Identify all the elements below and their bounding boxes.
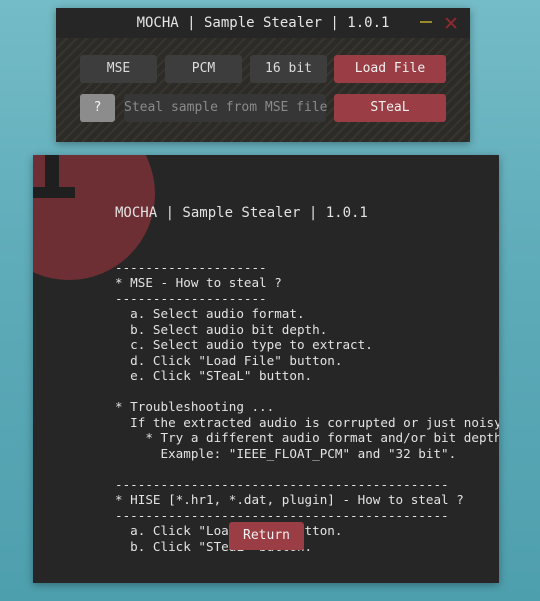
return-button[interactable]: Return — [229, 522, 304, 550]
bit-depth-button[interactable]: 16 bit — [250, 55, 327, 83]
help-content: MOCHA | Sample Stealer | 1.0.1 ---------… — [115, 175, 499, 583]
help-line: c. Select audio type to extract. — [115, 337, 373, 352]
help-panel: MOCHA | Sample Stealer | 1.0.1 ---------… — [33, 155, 499, 583]
help-line: a. Click "Load File" button. — [130, 523, 343, 538]
format-mse-button[interactable]: MSE — [80, 55, 157, 83]
help-line: -------------------- — [115, 290, 267, 306]
help-button[interactable]: ? — [80, 94, 115, 122]
steal-button[interactable]: STeaL — [334, 94, 446, 122]
help-line — [115, 384, 495, 400]
help-line: b. Click "STeaL" button. — [115, 538, 313, 554]
help-line: d. Click "Load File" button. — [115, 352, 343, 368]
help-line — [115, 461, 495, 477]
help-line: -------------------- — [115, 259, 267, 275]
help-line: * HISE [*.hr1, *.dat, plugin] - How to s… — [115, 492, 464, 507]
audio-format-button[interactable]: PCM — [165, 55, 242, 83]
minimize-icon[interactable] — [420, 21, 432, 23]
status-hint: Steal sample from MSE file — [124, 94, 328, 122]
window-title: MOCHA | Sample Stealer | 1.0.1 — [136, 15, 390, 31]
help-line: * Try a different audio format and/or bi… — [115, 430, 499, 445]
main-window: MOCHA | Sample Stealer | 1.0.1 MSE PCM 1… — [56, 8, 470, 142]
info-glyph — [33, 155, 75, 198]
help-line: b. Select audio bit depth. — [115, 321, 328, 337]
help-line: If the extracted audio is corrupted or j… — [115, 414, 499, 430]
close-icon[interactable] — [444, 16, 458, 30]
help-line: ----------------------------------------… — [115, 476, 449, 492]
help-line: a. Select audio format. — [115, 306, 305, 321]
help-line: Example: "IEEE_FLOAT_PCM" and "32 bit". — [115, 445, 457, 461]
help-line: ----------------------------------------… — [115, 507, 449, 523]
load-file-button[interactable]: Load File — [334, 55, 446, 83]
help-line: * MSE - How to steal ? — [115, 275, 282, 290]
help-line: e. Click "STeaL" button. — [115, 368, 313, 383]
controls-area: MSE PCM 16 bit Load File ? Steal sample … — [56, 38, 470, 142]
window-title-bar[interactable]: MOCHA | Sample Stealer | 1.0.1 — [56, 8, 470, 38]
help-title: MOCHA | Sample Stealer | 1.0.1 — [115, 205, 368, 221]
help-lines: -------------------- * MSE - How to steal… — [115, 259, 499, 555]
help-line: * Troubleshooting ... — [115, 399, 275, 414]
